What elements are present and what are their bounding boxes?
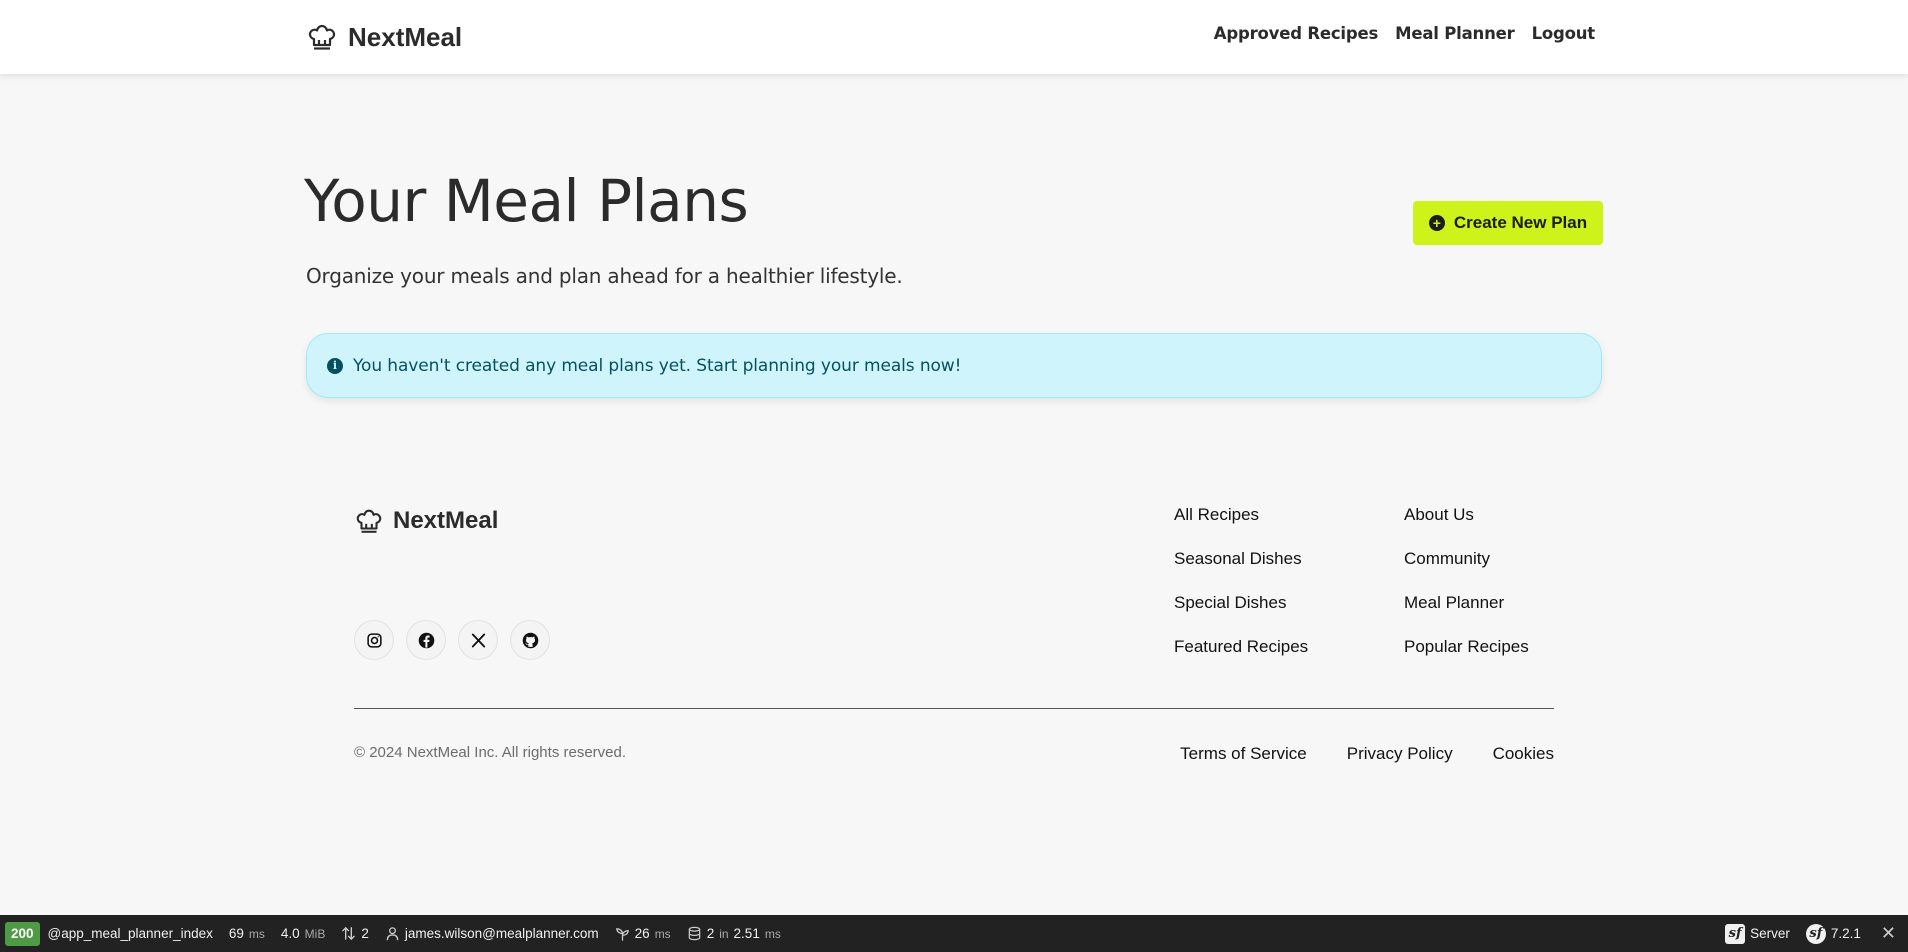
db-time-value: 2.51: [733, 926, 760, 941]
empty-state-alert: i You haven't created any meal plans yet…: [306, 333, 1602, 398]
footer-link-featured-recipes[interactable]: Featured Recipes: [1174, 636, 1308, 657]
legal-links: Terms of Service Privacy Policy Cookies: [1180, 744, 1554, 764]
http-requests-count: 2: [361, 926, 369, 941]
facebook-link[interactable]: [406, 620, 446, 660]
user-email: james.wilson@mealplanner.com: [404, 926, 599, 941]
twig-render-time[interactable]: 26 ms: [607, 915, 679, 952]
twig-icon: [615, 926, 630, 941]
footer-link-seasonal-dishes[interactable]: Seasonal Dishes: [1174, 548, 1308, 569]
footer-divider: [354, 708, 1554, 709]
x-link[interactable]: [458, 620, 498, 660]
footer-link-community[interactable]: Community: [1404, 548, 1529, 569]
security-user[interactable]: james.wilson@mealplanner.com: [377, 915, 607, 952]
memory-value: 4.0: [280, 926, 300, 941]
nav-meal-planner[interactable]: Meal Planner: [1395, 24, 1515, 43]
brand-name: NextMeal: [348, 21, 463, 52]
footer-link-privacy[interactable]: Privacy Policy: [1347, 744, 1453, 764]
http-requests[interactable]: 2: [333, 915, 377, 952]
server-label: Server: [1750, 926, 1790, 941]
db-time-unit: ms: [764, 926, 781, 941]
footer-links-company: About Us Community Meal Planner Popular …: [1404, 504, 1529, 657]
symfony-logo-icon: sf: [1725, 923, 1746, 944]
chef-hat-icon: [306, 21, 338, 53]
db-query-count: 2: [706, 926, 715, 941]
nav-logout[interactable]: Logout: [1532, 24, 1596, 43]
twig-time-value: 26: [634, 926, 650, 941]
footer-brand: NextMeal: [354, 506, 498, 536]
info-circle-icon: i: [327, 357, 343, 374]
symfony-version-value: 7.2.1: [1830, 926, 1861, 941]
footer-link-popular-recipes[interactable]: Popular Recipes: [1404, 636, 1529, 657]
footer-links-recipes: All Recipes Seasonal Dishes Special Dish…: [1174, 504, 1308, 657]
db-in-label: in: [719, 926, 729, 941]
instagram-icon: [366, 632, 383, 649]
memory-usage[interactable]: 4.0 MiB: [273, 915, 333, 952]
create-new-plan-label: Create New Plan: [1453, 213, 1588, 232]
user-icon: [385, 926, 400, 941]
github-icon: [522, 632, 539, 649]
plus-circle-icon: +: [1428, 215, 1445, 231]
footer-link-all-recipes[interactable]: All Recipes: [1174, 504, 1308, 525]
footer-brand-name: NextMeal: [393, 507, 499, 534]
x-icon: [470, 632, 487, 649]
symfony-version[interactable]: sf 7.2.1: [1798, 915, 1869, 952]
page-subtitle: Organize your meals and plan ahead for a…: [306, 264, 903, 288]
footer-link-about-us[interactable]: About Us: [1404, 504, 1529, 525]
route-name[interactable]: @app_meal_planner_index: [40, 915, 221, 952]
debug-toolbar: 200 @app_meal_planner_index 69 ms 4.0 Mi…: [0, 915, 1908, 952]
copyright-text: © 2024 NextMeal Inc. All rights reserved…: [354, 744, 627, 761]
facebook-icon: [418, 632, 435, 649]
page-title: Your Meal Plans: [304, 167, 749, 235]
create-new-plan-button[interactable]: + Create New Plan: [1413, 201, 1603, 245]
footer-link-meal-planner[interactable]: Meal Planner: [1404, 592, 1529, 613]
footer-link-cookies[interactable]: Cookies: [1493, 744, 1554, 764]
close-toolbar-icon[interactable]: ✕: [1869, 923, 1908, 944]
symfony-round-logo-icon: sf: [1805, 923, 1826, 944]
chef-hat-icon: [354, 506, 384, 536]
status-code-badge[interactable]: 200: [5, 921, 40, 946]
request-time-value: 69: [228, 926, 244, 941]
request-time[interactable]: 69 ms: [221, 915, 273, 952]
request-time-unit: ms: [248, 926, 265, 941]
arrows-up-down-icon: [341, 926, 356, 941]
database-icon: [687, 926, 702, 941]
database-queries[interactable]: 2 in 2.51 ms: [679, 915, 789, 952]
top-navbar: NextMeal Approved Recipes Meal Planner L…: [0, 0, 1908, 74]
instagram-link[interactable]: [354, 620, 394, 660]
footer-link-terms[interactable]: Terms of Service: [1180, 744, 1307, 764]
nav-approved-recipes[interactable]: Approved Recipes: [1214, 24, 1379, 43]
footer-link-special-dishes[interactable]: Special Dishes: [1174, 592, 1308, 613]
github-link[interactable]: [510, 620, 550, 660]
memory-unit: MiB: [304, 926, 326, 941]
brand-link[interactable]: NextMeal: [306, 20, 462, 54]
toolbar-right: sf Server sf 7.2.1 ✕: [1717, 915, 1908, 952]
social-links: [354, 620, 550, 660]
main-nav: Approved Recipes Meal Planner Logout: [1214, 24, 1595, 43]
server-info[interactable]: sf Server: [1717, 915, 1798, 952]
alert-message: You haven't created any meal plans yet. …: [353, 355, 962, 376]
twig-time-unit: ms: [654, 926, 671, 941]
